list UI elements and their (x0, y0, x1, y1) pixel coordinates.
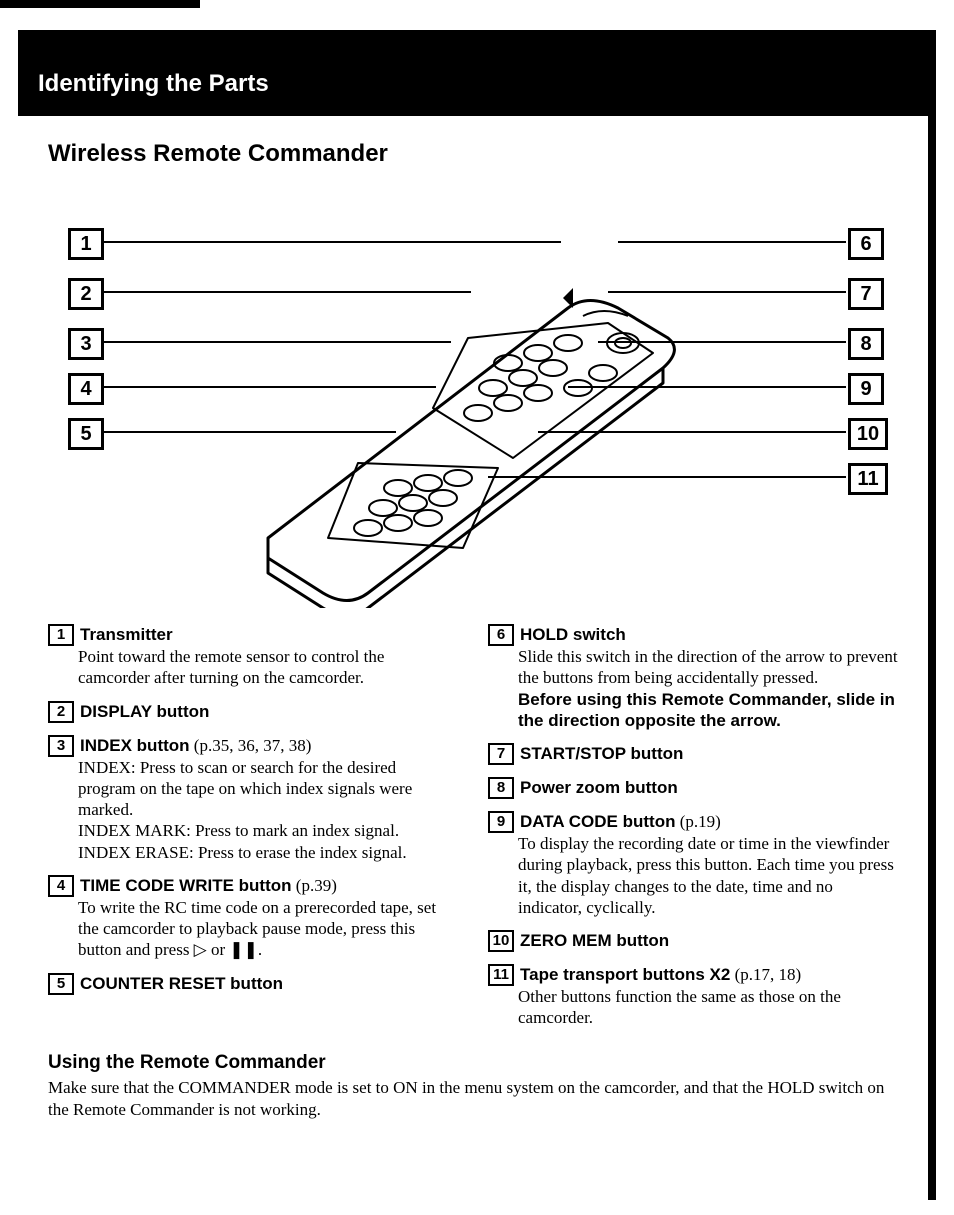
description-item-6: 6 HOLD switch Slide this switch in the dir… (488, 624, 898, 731)
item-number: 7 (488, 743, 514, 765)
description-item-1: 1 Transmitter Point toward the remote sens… (48, 624, 458, 689)
item-number: 6 (488, 624, 514, 646)
page: Identifying the Parts Wireless Remote Co… (0, 0, 954, 1215)
description-columns: 1 Transmitter Point toward the remote sens… (18, 608, 928, 1041)
description-item-8: 8 Power zoom button (488, 777, 898, 799)
item-body-bold: Before using this Remote Commander, slid… (518, 689, 898, 732)
item-body-text: INDEX MARK: Press to mark an index signa… (78, 820, 458, 841)
item-title: ZERO MEM button (520, 931, 669, 950)
callout-1: 1 (68, 228, 104, 260)
item-number: 3 (48, 735, 74, 757)
footer-text: Make sure that the COMMANDER mode is set… (48, 1078, 884, 1119)
item-number: 1 (48, 624, 74, 646)
section-title: Wireless Remote Commander (18, 116, 928, 178)
item-title: DISPLAY button (80, 702, 209, 721)
item-number: 5 (48, 973, 74, 995)
item-title: DATA CODE button (520, 812, 675, 831)
callout-11: 11 (848, 463, 888, 495)
item-title: HOLD switch (520, 625, 626, 644)
item-body-text: INDEX ERASE: Press to erase the index si… (78, 842, 458, 863)
item-page-ref: (p.19) (675, 812, 720, 831)
page-header: Identifying the Parts (18, 40, 928, 116)
item-number: 9 (488, 811, 514, 833)
item-title: Tape transport buttons X2 (520, 965, 730, 984)
item-title: START/STOP button (520, 744, 683, 763)
description-item-9: 9 DATA CODE button (p.19) To display the r… (488, 811, 898, 918)
item-number: 2 (48, 701, 74, 723)
description-item-2: 2 DISPLAY button (48, 701, 458, 723)
footer-title: Using the Remote Commander (48, 1051, 898, 1076)
footer-section: Using the Remote Commander Make sure tha… (18, 1041, 928, 1122)
decorative-strip (0, 0, 200, 8)
callout-2: 2 (68, 278, 104, 310)
main-frame: Identifying the Parts Wireless Remote Co… (18, 30, 936, 1200)
callout-4: 4 (68, 373, 104, 405)
item-page-ref: (p.17, 18) (730, 965, 801, 984)
item-number: 11 (488, 964, 514, 986)
item-page-ref: (p.39) (292, 876, 337, 895)
right-column: 6 HOLD switch Slide this switch in the dir… (488, 618, 898, 1041)
item-body-text: Slide this switch in the direction of th… (518, 646, 898, 689)
callout-8: 8 (848, 328, 884, 360)
callout-9: 9 (848, 373, 884, 405)
item-body-text: Other buttons function the same as those… (518, 986, 898, 1029)
remote-diagram: 1 2 3 4 5 6 7 8 9 10 11 (38, 178, 908, 608)
description-item-5: 5 COUNTER RESET button (48, 973, 458, 995)
item-body-text: Point toward the remote sensor to contro… (78, 646, 458, 689)
item-page-ref: (p.35, 36, 37, 38) (190, 736, 312, 755)
item-title: INDEX button (80, 736, 190, 755)
description-item-10: 10 ZERO MEM button (488, 930, 898, 952)
callout-5: 5 (68, 418, 104, 450)
left-column: 1 Transmitter Point toward the remote sens… (48, 618, 458, 1041)
description-item-4: 4 TIME CODE WRITE button (p.39) To write t… (48, 875, 458, 961)
item-number: 4 (48, 875, 74, 897)
description-item-3: 3 INDEX button (p.35, 36, 37, 38) INDEX: P… (48, 735, 458, 863)
item-body-text: To write the RC time code on a prerecord… (78, 897, 458, 961)
callout-6: 6 (848, 228, 884, 260)
item-title: COUNTER RESET button (80, 974, 283, 993)
callout-10: 10 (848, 418, 888, 450)
item-title: TIME CODE WRITE button (80, 876, 292, 895)
description-item-7: 7 START/STOP button (488, 743, 898, 765)
description-item-11: 11 Tape transport buttons X2 (p.17, 18) Ot… (488, 964, 898, 1029)
callout-3: 3 (68, 328, 104, 360)
remote-illustration (208, 228, 708, 608)
callout-7: 7 (848, 278, 884, 310)
item-body-text: INDEX: Press to scan or search for the d… (78, 757, 458, 821)
item-body-text: To display the recording date or time in… (518, 833, 898, 918)
item-title: Power zoom button (520, 778, 678, 797)
item-number: 8 (488, 777, 514, 799)
item-number: 10 (488, 930, 514, 952)
item-title: Transmitter (80, 625, 173, 644)
